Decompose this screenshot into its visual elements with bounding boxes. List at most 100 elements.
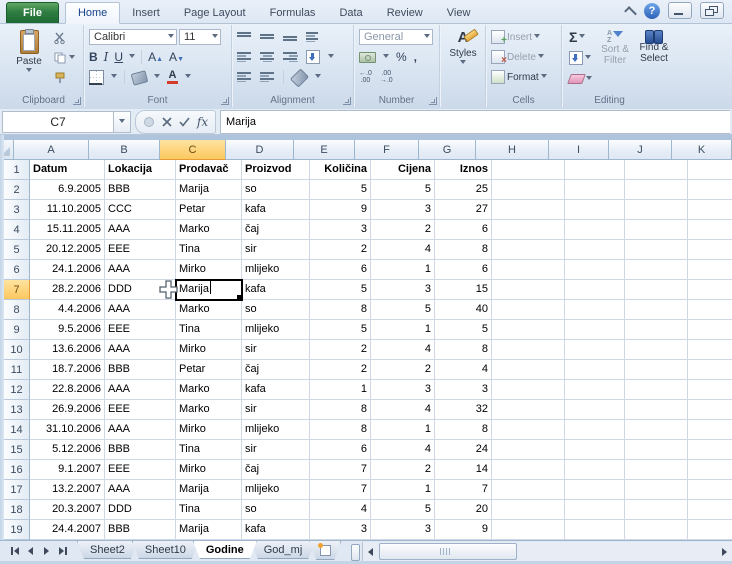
cell-A10[interactable]: 13.6.2006 — [30, 340, 105, 360]
cell-A17[interactable]: 13.2.2007 — [30, 480, 105, 500]
cell-H2[interactable] — [492, 180, 565, 200]
minimize-window-button[interactable] — [668, 2, 692, 19]
alignment-dialog-launcher-icon[interactable] — [343, 97, 351, 105]
cell-D11[interactable]: čaj — [242, 360, 310, 380]
align-left-icon[interactable] — [237, 52, 252, 62]
cell-J6[interactable] — [625, 260, 688, 280]
cell-I7[interactable] — [565, 280, 625, 300]
cell-B15[interactable]: BBB — [105, 440, 176, 460]
cell-D12[interactable]: kafa — [242, 380, 310, 400]
column-header-G[interactable]: G — [419, 140, 476, 160]
cell-B5[interactable]: EEE — [105, 240, 176, 260]
column-header-E[interactable]: E — [294, 140, 355, 160]
column-header-D[interactable]: D — [226, 140, 294, 160]
decrease-decimal-icon[interactable]: .00 →.0 — [380, 70, 393, 84]
row-header-9[interactable]: 9 — [4, 320, 30, 340]
cell-K2[interactable] — [688, 180, 732, 200]
top-align-icon[interactable] — [237, 32, 252, 42]
cell-D2[interactable]: so — [242, 180, 310, 200]
cell-B11[interactable]: BBB — [105, 360, 176, 380]
number-format-select[interactable]: General — [359, 29, 433, 45]
cell-G17[interactable]: 7 — [435, 480, 492, 500]
scroll-right-button[interactable] — [717, 544, 732, 559]
cell-E19[interactable]: 3 — [310, 520, 371, 540]
cell-G14[interactable]: 8 — [435, 420, 492, 440]
cell-A6[interactable]: 24.1.2006 — [30, 260, 105, 280]
cell-I10[interactable] — [565, 340, 625, 360]
cell-H9[interactable] — [492, 320, 565, 340]
cell-D8[interactable]: so — [242, 300, 310, 320]
cell-D15[interactable]: sir — [242, 440, 310, 460]
accounting-format-icon[interactable] — [359, 52, 376, 63]
column-header-K[interactable]: K — [672, 140, 732, 160]
ribbon-tab-data[interactable]: Data — [327, 3, 374, 23]
delete-cells-label[interactable]: Delete — [507, 52, 536, 63]
copy-dropdown-icon[interactable] — [69, 55, 75, 62]
row-header-6[interactable]: 6 — [4, 260, 30, 280]
name-box-dropdown[interactable] — [114, 111, 131, 133]
cell-A2[interactable]: 6.9.2005 — [30, 180, 105, 200]
cell-A4[interactable]: 15.11.2005 — [30, 220, 105, 240]
autosum-button[interactable]: Σ — [567, 28, 594, 46]
cell-B17[interactable]: AAA — [105, 480, 176, 500]
orientation-dropdown-icon[interactable] — [315, 74, 321, 81]
cell-B9[interactable]: EEE — [105, 320, 176, 340]
cell-A11[interactable]: 18.7.2006 — [30, 360, 105, 380]
cell-J10[interactable] — [625, 340, 688, 360]
styles-button[interactable]: A Styles — [445, 27, 481, 91]
cell-E14[interactable]: 8 — [310, 420, 371, 440]
cell-K6[interactable] — [688, 260, 732, 280]
column-header-B[interactable]: B — [89, 140, 160, 160]
cell-H3[interactable] — [492, 200, 565, 220]
comma-style-button[interactable]: , — [414, 50, 417, 64]
row-header-4[interactable]: 4 — [4, 220, 30, 240]
cell-H11[interactable] — [492, 360, 565, 380]
cell-I6[interactable] — [565, 260, 625, 280]
font-size-select[interactable]: 11 — [179, 29, 221, 45]
cell-B2[interactable]: BBB — [105, 180, 176, 200]
cell-A9[interactable]: 9.5.2006 — [30, 320, 105, 340]
cell-I2[interactable] — [565, 180, 625, 200]
cell-E9[interactable]: 5 — [310, 320, 371, 340]
cell-E15[interactable]: 6 — [310, 440, 371, 460]
cell-C5[interactable]: Tina — [176, 240, 242, 260]
cell-I15[interactable] — [565, 440, 625, 460]
paste-button[interactable]: Paste — [9, 27, 49, 91]
cell-F5[interactable]: 4 — [371, 240, 435, 260]
fill-button[interactable] — [567, 49, 594, 67]
borders-dropdown-icon[interactable] — [111, 74, 117, 81]
merge-dropdown-icon[interactable] — [328, 54, 334, 61]
cell-I8[interactable] — [565, 300, 625, 320]
row-header-13[interactable]: 13 — [4, 400, 30, 420]
cell-F10[interactable]: 4 — [371, 340, 435, 360]
cell-A19[interactable]: 24.4.2007 — [30, 520, 105, 540]
cell-I5[interactable] — [565, 240, 625, 260]
cell-K17[interactable] — [688, 480, 732, 500]
cell-K10[interactable] — [688, 340, 732, 360]
cell-A16[interactable]: 9.1.2007 — [30, 460, 105, 480]
column-header-C[interactable]: C — [160, 140, 226, 160]
cell-H4[interactable] — [492, 220, 565, 240]
cell-J12[interactable] — [625, 380, 688, 400]
cell-D17[interactable]: mlijeko — [242, 480, 310, 500]
cell-A18[interactable]: 20.3.2007 — [30, 500, 105, 520]
cell-C9[interactable]: Tina — [176, 320, 242, 340]
cell-D14[interactable]: mlijeko — [242, 420, 310, 440]
cell-D3[interactable]: kafa — [242, 200, 310, 220]
cell-G16[interactable]: 14 — [435, 460, 492, 480]
row-header-5[interactable]: 5 — [4, 240, 30, 260]
row-header-7[interactable]: 7 — [4, 280, 30, 300]
cell-B14[interactable]: AAA — [105, 420, 176, 440]
middle-align-icon[interactable] — [260, 32, 275, 42]
cell-F13[interactable]: 4 — [371, 400, 435, 420]
enter-entry-button[interactable] — [176, 113, 193, 131]
percent-style-button[interactable]: % — [396, 50, 407, 64]
cell-K5[interactable] — [688, 240, 732, 260]
cell-G12[interactable]: 3 — [435, 380, 492, 400]
cell-J2[interactable] — [625, 180, 688, 200]
cell-F3[interactable]: 3 — [371, 200, 435, 220]
cell-H14[interactable] — [492, 420, 565, 440]
font-color-button[interactable]: A — [167, 71, 178, 84]
cell-H13[interactable] — [492, 400, 565, 420]
cell-E7[interactable]: 5 — [310, 280, 371, 300]
